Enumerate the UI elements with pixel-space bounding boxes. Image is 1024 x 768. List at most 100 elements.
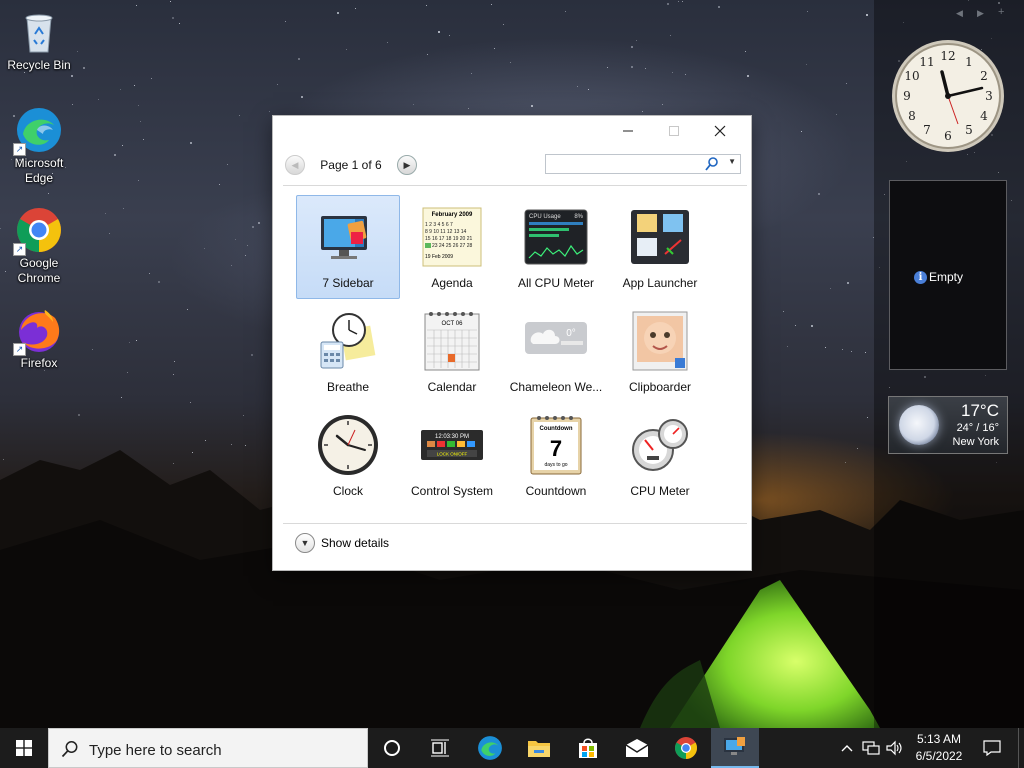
recycle-bin-icon (15, 8, 63, 56)
star (510, 62, 511, 63)
taskbar-gadgets-button[interactable] (711, 728, 759, 768)
taskbar-chrome-button[interactable] (662, 728, 710, 768)
star (847, 282, 849, 284)
taskbar-store-button[interactable] (564, 728, 612, 768)
show-details-toggle[interactable]: ▼ Show details (295, 533, 389, 553)
gadget-tile-7-sidebar[interactable]: 7 Sidebar (296, 195, 400, 299)
control-time: 12:03:30 PM (435, 434, 469, 440)
task-view-button[interactable] (416, 728, 464, 768)
start-button[interactable] (0, 728, 48, 768)
svg-text:1 2 3 4 5 6 7: 1 2 3 4 5 6 7 (425, 222, 453, 228)
star (138, 180, 139, 181)
prev-page-button[interactable]: ◀ (285, 155, 305, 175)
star (149, 273, 150, 274)
desktop-icon-firefox[interactable]: ↗ Firefox (4, 306, 74, 371)
weather-temperature: 17°C (961, 401, 999, 420)
taskbar-mail-button[interactable] (613, 728, 661, 768)
info-icon: i (914, 270, 927, 284)
minimize-button[interactable] (605, 116, 651, 146)
gadget-tile-clipboarder[interactable]: Clipboarder (608, 299, 712, 403)
star (123, 208, 124, 209)
store-icon (579, 738, 597, 758)
empty-row: i Empty (914, 270, 963, 284)
clock-gadget[interactable]: 12 12 345 678 91011 (890, 38, 1006, 154)
close-icon (714, 125, 726, 137)
sidebar-monitor-icon (321, 216, 367, 259)
gadget-tile-calendar[interactable]: OCT 06 Calendar (400, 299, 504, 403)
sidebar-next-icon[interactable]: ▶ (977, 8, 984, 19)
sidebar-add-icon[interactable]: + (998, 6, 1004, 18)
star (258, 222, 260, 224)
action-center-button[interactable] (976, 728, 1008, 768)
gadget-search-box: ▼ (545, 154, 741, 174)
clock-button[interactable]: 5:13 AM 6/5/2022 (904, 731, 974, 765)
star (685, 74, 686, 75)
star (251, 354, 253, 356)
moon-icon (899, 405, 939, 445)
svg-text:6: 6 (944, 129, 952, 143)
star (642, 111, 643, 112)
next-page-button[interactable]: ▶ (397, 155, 417, 175)
gadget-tile-clock[interactable]: Clock (296, 403, 400, 507)
firefox-icon: ↗ (13, 306, 63, 356)
star (865, 352, 866, 353)
close-button[interactable] (697, 116, 743, 146)
taskbar-file-explorer-button[interactable] (515, 728, 563, 768)
svg-text:15 16 17 18 19 20 21: 15 16 17 18 19 20 21 (425, 236, 472, 242)
star (787, 346, 788, 347)
calendar-icon: OCT 06 (424, 312, 480, 371)
gadget-label: CPU Meter (630, 484, 690, 498)
star (172, 17, 174, 19)
desktop-icon-chrome[interactable]: ↗ Google Chrome (4, 206, 74, 286)
weather-cloud-icon: 0° (525, 322, 587, 354)
show-hidden-icons-button[interactable] (838, 728, 856, 768)
desktop-icon-label: Microsoft Edge (14, 156, 64, 185)
search-dropdown-icon[interactable]: ▼ (728, 157, 736, 166)
show-desktop-button[interactable] (1018, 728, 1024, 768)
mail-icon (625, 739, 649, 757)
star (807, 11, 808, 12)
star (747, 75, 749, 77)
star (783, 311, 784, 312)
star (346, 49, 347, 50)
gadget-tile-app-launcher[interactable]: App Launcher (608, 195, 712, 299)
taskbar-search-input[interactable] (87, 739, 351, 761)
star (134, 85, 135, 86)
gadget-tile-agenda[interactable]: February 2009 1 2 3 4 5 6 7 8 9 10 11 12… (400, 195, 504, 299)
gadget-tile-control-system[interactable]: 12:03:30 PM LOCK ON/OFF Control System (400, 403, 504, 507)
gadget-label: Clipboarder (628, 380, 692, 394)
network-button[interactable] (860, 728, 882, 768)
desktop-icon-recycle-bin[interactable]: Recycle Bin (4, 8, 74, 73)
star (174, 361, 175, 362)
svg-text:3: 3 (985, 89, 993, 103)
gadget-tile-chameleon-weather[interactable]: 0° Chameleon We... (504, 299, 608, 403)
star (751, 231, 752, 232)
gadget-tile-countdown[interactable]: Countdown 7 days to go Countdown (504, 403, 608, 507)
svg-text:10: 10 (904, 69, 919, 83)
star (577, 86, 578, 87)
control-system-icon: 12:03:30 PM LOCK ON/OFF (421, 430, 483, 460)
star (114, 154, 116, 156)
shortcut-arrow-icon: ↗ (13, 343, 26, 356)
chevron-down-icon: ▼ (295, 533, 315, 553)
gadget-tile-cpu-meter[interactable]: CPU Meter (608, 403, 712, 507)
star (645, 68, 646, 69)
desktop-icon-edge[interactable]: ↗ Microsoft Edge (4, 106, 74, 186)
volume-button[interactable] (884, 728, 906, 768)
empty-gadget[interactable]: i Empty (889, 180, 1007, 370)
gadget-tile-breathe[interactable]: Breathe (296, 299, 400, 403)
gadget-search-input[interactable] (548, 156, 702, 174)
star (806, 64, 807, 65)
svg-text:8 9 10 11 12 13 14: 8 9 10 11 12 13 14 (425, 229, 467, 235)
svg-text:22 23 24 25 26 27 28: 22 23 24 25 26 27 28 (425, 243, 472, 249)
gadget-tile-all-cpu-meter[interactable]: CPU Usage 8% All CPU Meter (504, 195, 608, 299)
sidebar-prev-icon[interactable]: ◀ (956, 8, 963, 19)
search-icon[interactable] (704, 156, 720, 172)
star (179, 23, 180, 24)
star (227, 164, 228, 165)
star (239, 115, 240, 116)
gadgets-window: ◀ Page 1 of 6 ▶ ▼ 7 Sidebar February 200… (273, 116, 751, 570)
cortana-button[interactable] (368, 728, 416, 768)
weather-gadget[interactable]: 17°C 24° / 16° New York (888, 396, 1008, 454)
taskbar-edge-button[interactable] (466, 728, 514, 768)
